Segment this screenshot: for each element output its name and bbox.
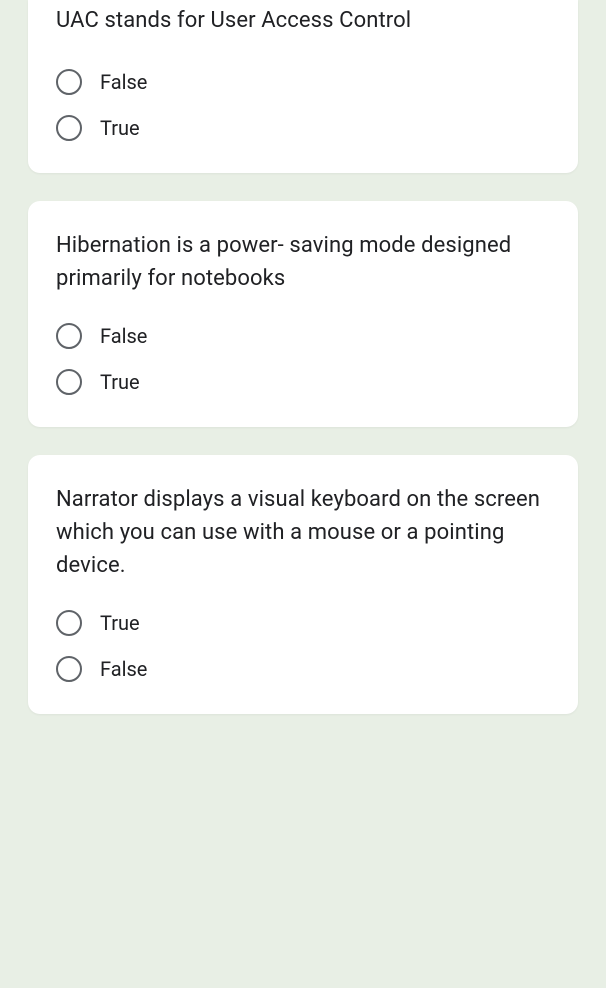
radio-option[interactable]: True <box>56 115 550 141</box>
option-label: True <box>100 370 140 394</box>
question-text: Hibernation is a power- saving mode desi… <box>56 229 550 295</box>
radio-option[interactable]: False <box>56 69 550 95</box>
radio-option[interactable]: False <box>56 323 550 349</box>
radio-option[interactable]: False <box>56 656 550 682</box>
question-card: UAC stands for User Access Control False… <box>28 0 578 173</box>
radio-icon <box>56 323 82 349</box>
option-label: False <box>100 657 147 681</box>
radio-icon <box>56 656 82 682</box>
question-text: UAC stands for User Access Control <box>56 4 550 37</box>
option-label: True <box>100 611 140 635</box>
radio-icon <box>56 369 82 395</box>
option-label: True <box>100 116 140 140</box>
radio-option[interactable]: True <box>56 369 550 395</box>
radio-icon <box>56 610 82 636</box>
question-card: Narrator displays a visual keyboard on t… <box>28 455 578 714</box>
radio-icon <box>56 115 82 141</box>
question-card: Hibernation is a power- saving mode desi… <box>28 201 578 427</box>
form-container: UAC stands for User Access Control False… <box>0 0 606 714</box>
radio-option[interactable]: True <box>56 610 550 636</box>
question-text: Narrator displays a visual keyboard on t… <box>56 483 550 582</box>
option-label: False <box>100 324 147 348</box>
option-label: False <box>100 70 147 94</box>
radio-icon <box>56 69 82 95</box>
